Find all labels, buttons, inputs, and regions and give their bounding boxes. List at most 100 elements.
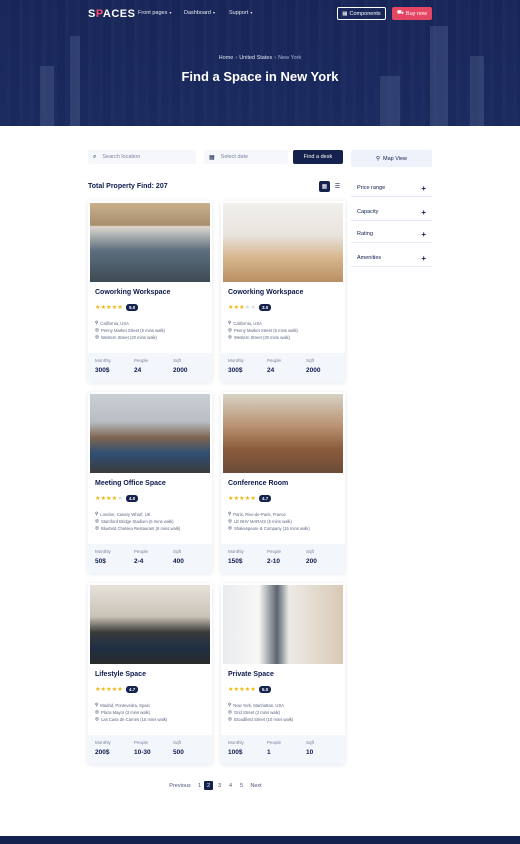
stat-sqft: Sqft 10 [306,740,315,756]
location-line: ◎ Plaza Mayor (3 mins walk) [95,709,151,715]
property-card[interactable]: Meeting Office Space ★★★★★ 4.0 ⚲ London, … [88,392,212,573]
stat-people: People 2-4 [134,549,149,565]
plus-icon: + [421,207,426,217]
nav-support[interactable]: Support ▾ [229,10,252,16]
property-stats: Monthly 300$ People 24 Sqft 2000 [88,353,212,382]
cart-icon: ⛟ [396,10,404,16]
property-stats: Monthly 50$ People 2-4 Sqft 400 [88,544,212,573]
property-photo[interactable] [223,394,343,473]
find-desk-button[interactable]: Find a desk [293,150,343,164]
chevron-down-icon: ▾ [168,10,172,15]
property-name[interactable]: Private Space [228,671,274,678]
location-line: ◎ Broadfield Street (10 mins walk) [228,716,294,722]
target-icon: ◎ [95,716,99,721]
target-icon: ◎ [95,518,99,523]
stat-sqft: Sqft 2000 [306,358,321,374]
property-name[interactable]: Lifestyle Space [95,671,146,678]
rating-badge: 5.0 [126,304,139,311]
property-card[interactable]: Coworking Workspace ★★★★★ 5.0 ⚲ Californi… [88,201,212,382]
skyline-building [470,56,484,126]
property-photo[interactable] [223,203,343,282]
pagination-page[interactable]: 1 [195,781,204,790]
breadcrumb-home[interactable]: Home [219,55,234,61]
stat-people: People 24 [134,358,149,374]
breadcrumb-country[interactable]: United States [239,55,272,61]
location-line: ◎ Grid Street (2 mins walk) [228,709,281,715]
property-photo[interactable] [90,203,210,282]
location-line: ⚲ London, Canary Wharf, UK [95,511,151,517]
property-photo[interactable] [223,585,343,664]
logo[interactable]: SPACES [88,8,135,20]
property-name[interactable]: Meeting Office Space [95,480,166,487]
property-name[interactable]: Coworking Workspace [228,289,303,296]
stat-sqft: Sqft 200 [306,549,317,565]
pagination-previous[interactable]: Previous [168,781,192,790]
stat-monthly: Monthly 300$ [228,358,244,374]
pagination-next[interactable]: Next [248,781,264,790]
grid-icon: ▦ [342,10,348,17]
buy-now-button[interactable]: ⛟ Buy now [392,7,432,20]
nav-dashboard[interactable]: Dashboard ▾ [184,10,215,16]
breadcrumb-current: New York [278,55,302,61]
components-button[interactable]: ▦ Components [337,7,386,20]
property-name[interactable]: Conference Room [228,480,288,487]
grid-icon: ▦ [321,184,328,190]
stat-people: People 10-30 [134,740,151,756]
property-name[interactable]: Coworking Workspace [95,289,170,296]
nav-front-pages[interactable]: Front pages ▾ [138,10,171,16]
star-rating: ★★★★★ [228,687,256,693]
search-location-input[interactable]: ⌕ Search location [88,150,196,164]
map-pin-icon: ⚲ [95,320,99,325]
location-line: ◎ Western Street (20 mins walk) [95,334,157,340]
map-pin-icon: ⚲ [228,511,232,516]
property-photo[interactable] [90,394,210,473]
filter-amenities[interactable]: Amenities + [351,250,432,267]
rating-badge: 5.0 [259,686,272,693]
breadcrumb: Home › United States › New York [218,55,302,61]
location-line: ⚲ California, USA [95,320,129,326]
target-icon: ◎ [228,518,232,523]
property-stats: Monthly 200$ People 10-30 Sqft 500 [88,735,212,764]
footer-bar [0,836,520,844]
location-line: ◎ Shakespeare & Company (15 mins walk) [228,525,310,531]
location-line: ◎ Western Street (20 mins walk) [228,334,290,340]
target-icon: ◎ [95,327,99,332]
pagination-page[interactable]: 4 [226,781,235,790]
star-rating: ★★★★★ [228,305,256,311]
select-date-input[interactable]: ▦ Select date [204,150,288,164]
property-card[interactable]: Coworking Workspace ★★★★★ 3.0 ⚲ Californi… [221,201,345,382]
property-photo[interactable] [90,585,210,664]
stat-monthly: Monthly 200$ [95,740,111,756]
target-icon: ◎ [95,709,99,714]
target-icon: ◎ [95,525,99,530]
stat-monthly: Monthly 50$ [95,549,111,565]
list-view-toggle[interactable]: ☰ [332,181,343,192]
location-line: ⚲ California, USA [228,320,262,326]
plus-icon: + [421,253,426,263]
filter-capacity[interactable]: Capacity + [351,204,432,221]
property-card[interactable]: Conference Room ★★★★★ 4.7 ⚲ Paris, Rive-d… [221,392,345,573]
map-view-button[interactable]: ⚲ Map View [351,150,432,167]
rating-badge: 4.7 [126,686,139,693]
stat-people: People 24 [267,358,282,374]
star-rating: ★★★★★ [228,496,256,502]
property-stats: Monthly 300$ People 24 Sqft 2000 [221,353,345,382]
grid-view-toggle[interactable]: ▦ [319,181,330,192]
stat-sqft: Sqft 2000 [173,358,188,374]
location-line: ◎ LE BHV MARAIS (5 mins walk) [228,518,292,524]
property-card[interactable]: Private Space ★★★★★ 5.0 ⚲ New York, Manha… [221,583,345,764]
filter-price-range[interactable]: Price range + [351,180,432,197]
top-navbar: SPACES Front pages ▾ Dashboard ▾ Support… [0,0,520,28]
pagination-page[interactable]: 3 [215,781,224,790]
filter-rating[interactable]: Rating + [351,226,432,243]
target-icon: ◎ [95,334,99,339]
pagination-page[interactable]: 5 [237,781,246,790]
stat-monthly: Monthly 100$ [228,740,244,756]
map-pin-icon: ⚲ [375,155,380,162]
rating-badge: 4.0 [126,495,139,502]
property-card[interactable]: Lifestyle Space ★★★★★ 4.7 ⚲ Madrid, Ponte… [88,583,212,764]
search-icon: ⌕ [93,153,97,160]
map-pin-icon: ⚲ [95,511,99,516]
stat-sqft: Sqft 400 [173,549,184,565]
pagination-page-active[interactable]: 2 [204,781,213,790]
